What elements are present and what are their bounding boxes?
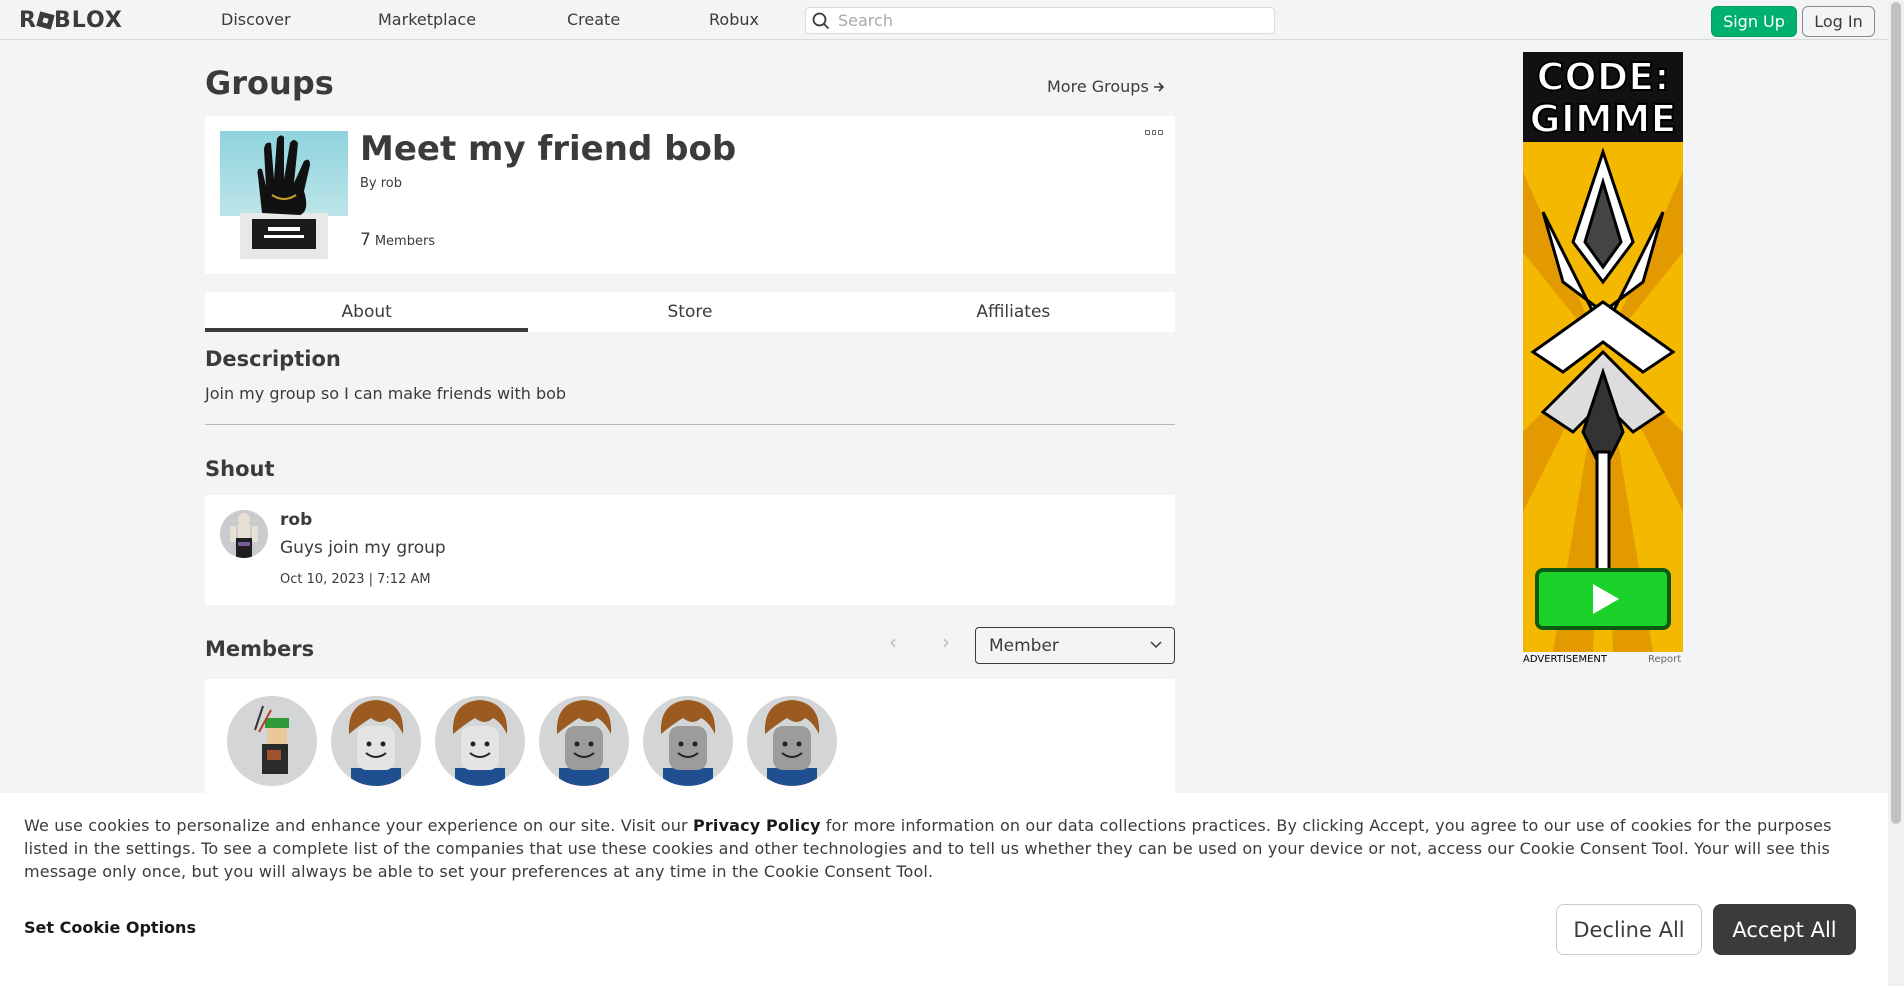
tab-about[interactable]: About: [205, 292, 529, 332]
cookie-text-part-1: We use cookies to personalize and enhanc…: [24, 816, 694, 835]
member-role-select[interactable]: Member: [975, 627, 1175, 664]
member-avatar[interactable]: [227, 696, 317, 786]
set-cookie-options-link[interactable]: Set Cookie Options: [24, 918, 196, 937]
member-role-value: Member: [989, 635, 1059, 656]
accept-all-button[interactable]: Accept All: [1713, 904, 1856, 955]
group-member-count: 7 Members: [360, 230, 435, 250]
cookie-consent-banner: We use cookies to personalize and enhanc…: [0, 793, 1888, 986]
arrow-right-icon: [1153, 81, 1164, 92]
group-header-card: Meet my friend bob By rob 7 Members: [205, 116, 1175, 274]
nav-robux[interactable]: Robux: [709, 10, 759, 29]
member-avatar[interactable]: [331, 696, 421, 786]
roblox-logo[interactable]: R BLOX: [19, 8, 123, 33]
member-avatar[interactable]: [747, 696, 837, 786]
shout-heading: Shout: [205, 457, 275, 481]
chevron-down-icon: [1150, 641, 1162, 649]
description-heading: Description: [205, 347, 341, 371]
member-count-number: 7: [360, 230, 371, 250]
nav-create[interactable]: Create: [567, 10, 620, 29]
report-ad-link[interactable]: Report: [1648, 654, 1681, 665]
group-tabs: About Store Affiliates: [205, 292, 1175, 332]
shout-message: Guys join my group: [280, 538, 446, 558]
shout-user-avatar[interactable]: [220, 510, 268, 558]
ad-headline-2: GIMME: [1530, 97, 1677, 141]
member-avatar[interactable]: [643, 696, 733, 786]
more-options-icon[interactable]: [1145, 130, 1164, 138]
shout-card: rob Guys join my group Oct 10, 2023 | 7:…: [205, 495, 1175, 605]
shout-username[interactable]: rob: [280, 510, 312, 530]
advertisement-banner[interactable]: CODE: GIMME: [1523, 52, 1683, 652]
log-in-button[interactable]: Log In: [1802, 6, 1875, 37]
members-heading: Members: [205, 637, 315, 661]
chevron-left-icon[interactable]: ‹: [889, 630, 897, 654]
nav-discover[interactable]: Discover: [221, 10, 291, 29]
group-owner[interactable]: By rob: [360, 176, 402, 191]
sign-up-button[interactable]: Sign Up: [1711, 6, 1797, 37]
search-input[interactable]: [838, 11, 1258, 30]
tab-affiliates[interactable]: Affiliates: [852, 292, 1175, 332]
nav-marketplace[interactable]: Marketplace: [378, 10, 476, 29]
advertisement-label: ADVERTISEMENT: [1523, 654, 1608, 665]
page-scrollbar[interactable]: [1888, 0, 1904, 986]
chevron-right-icon[interactable]: ›: [942, 630, 950, 654]
top-navigation-bar: R BLOX Discover Marketplace Create Robux …: [0, 0, 1888, 40]
more-groups-link[interactable]: More Groups: [1047, 77, 1165, 96]
cookie-consent-text: We use cookies to personalize and enhanc…: [24, 814, 1864, 883]
members-list: [205, 679, 1175, 799]
member-avatar[interactable]: [539, 696, 629, 786]
group-emblem-image: [220, 131, 348, 259]
ad-headline-1: CODE:: [1537, 55, 1670, 99]
privacy-policy-link[interactable]: Privacy Policy: [693, 816, 821, 835]
group-name: Meet my friend bob: [360, 129, 737, 169]
shout-timestamp: Oct 10, 2023 | 7:12 AM: [280, 572, 431, 587]
description-text: Join my group so I can make friends with…: [205, 384, 567, 403]
page-title: Groups: [205, 64, 334, 102]
member-count-label: Members: [374, 234, 436, 249]
member-avatar[interactable]: [435, 696, 525, 786]
search-bar[interactable]: [805, 7, 1275, 34]
tab-store[interactable]: Store: [528, 292, 851, 332]
scrollbar-thumb[interactable]: [1891, 2, 1901, 824]
decline-all-button[interactable]: Decline All: [1556, 904, 1702, 955]
divider: [205, 424, 1175, 425]
more-groups-label: More Groups: [1047, 77, 1149, 96]
search-icon: [812, 12, 830, 29]
